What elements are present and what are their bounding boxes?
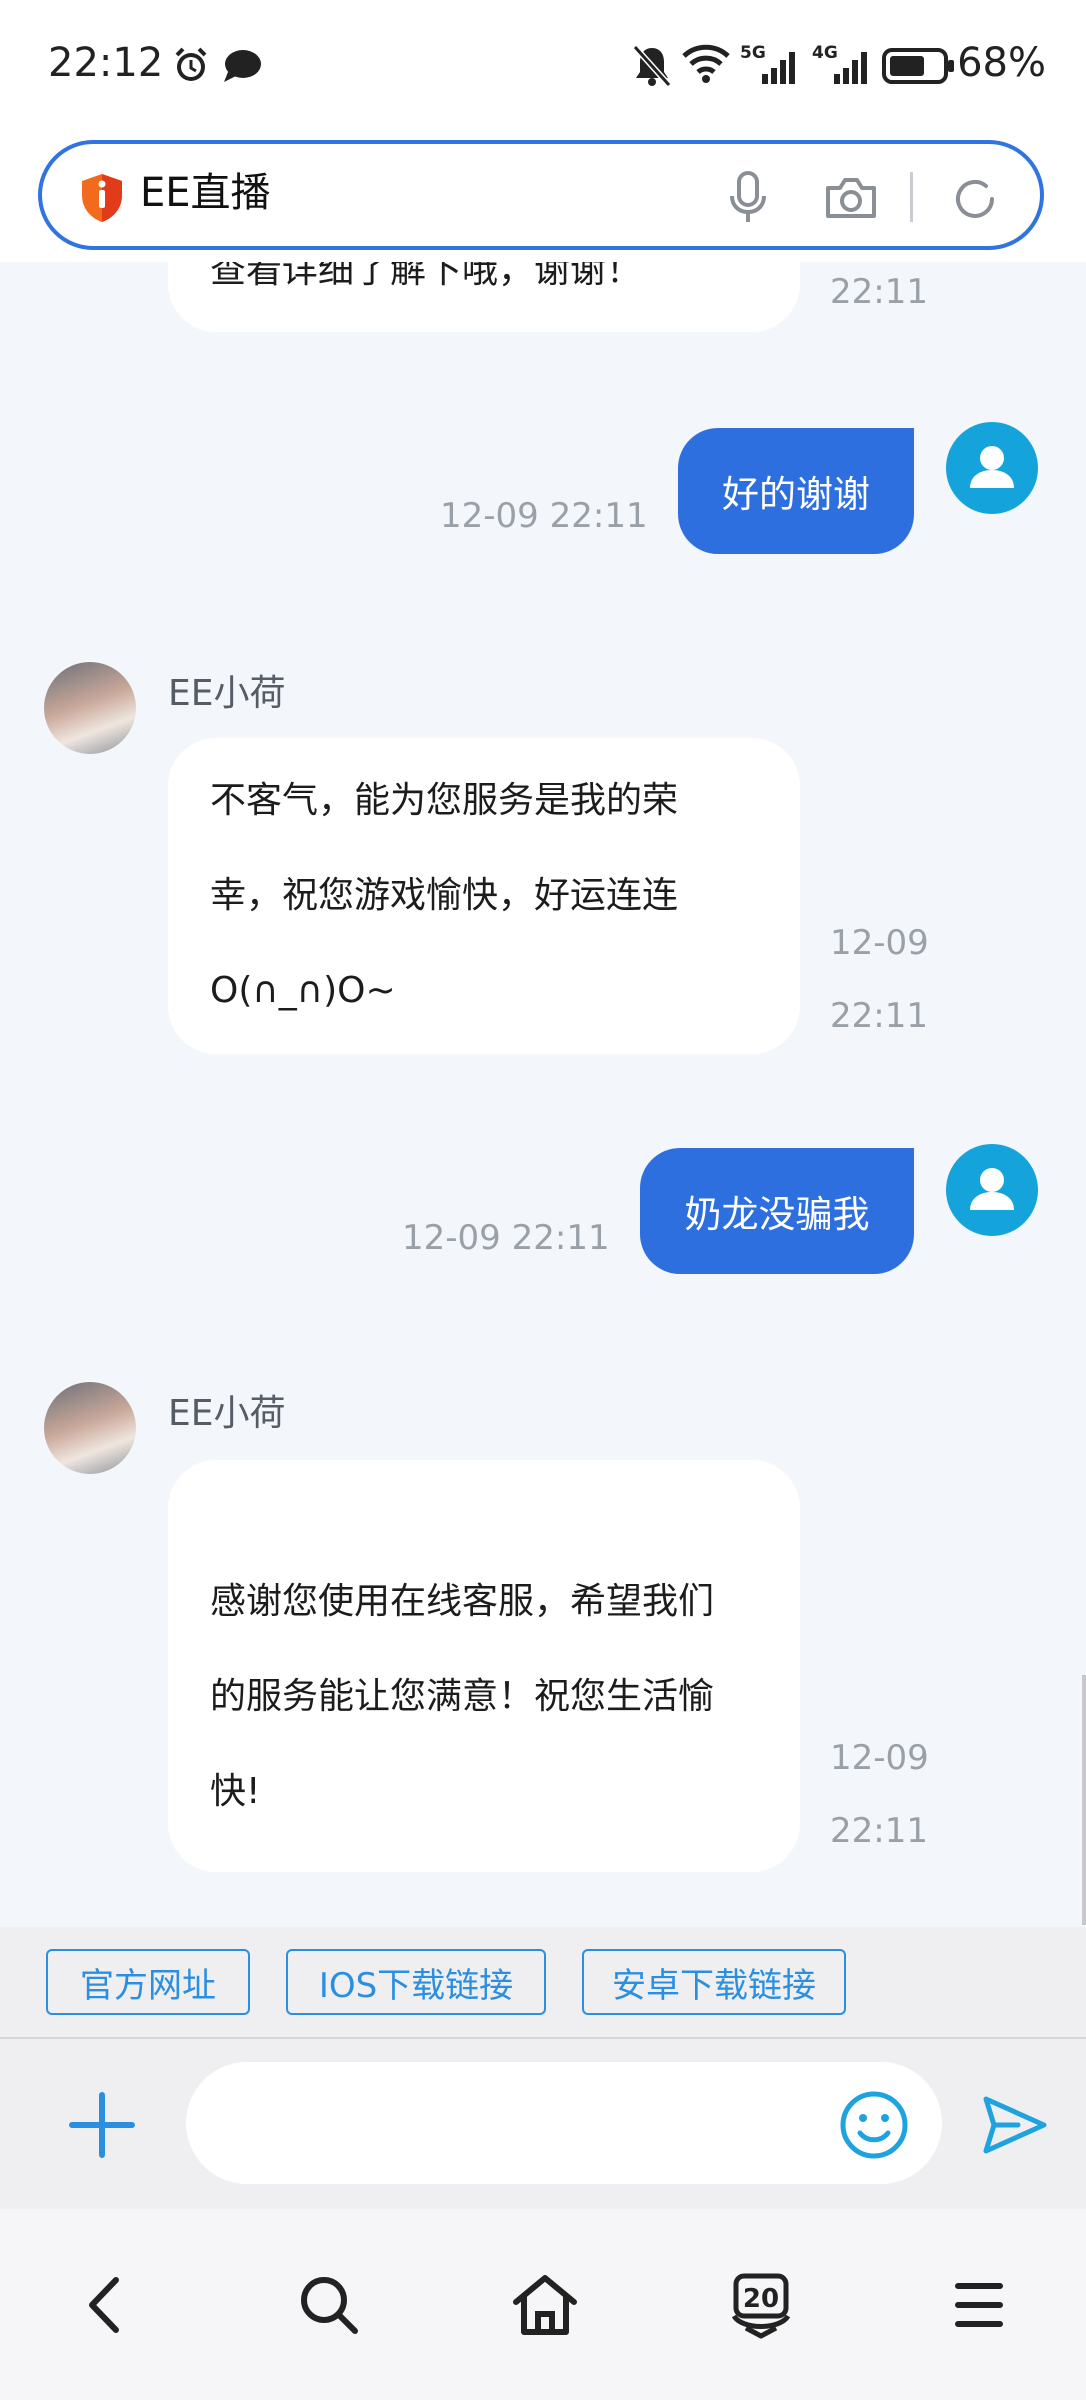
browser-address-bar: EE直播 (0, 130, 1086, 262)
message-bubble-incoming: 查看详细了解下哦，谢谢！ (168, 262, 800, 332)
message-line: 的服务能让您满意！祝您生活愉 (210, 1676, 715, 1717)
quick-link-android-download[interactable]: 安卓下载链接 (582, 1949, 846, 2015)
shield-alert-icon[interactable] (78, 172, 126, 224)
search-icon[interactable] (294, 2270, 364, 2340)
message-line: 幸，祝您游戏愉快，好运连连 (210, 875, 679, 916)
status-time: 22:12 (48, 40, 164, 86)
message-time: 12-09 22:11 (402, 1218, 610, 1258)
message-text: 奶龙没骗我 (684, 1193, 870, 1236)
message-text: 查看详细了解下哦，谢谢！ (210, 262, 643, 291)
message-text: 好的谢谢 (722, 473, 870, 516)
agent-avatar[interactable] (44, 1382, 136, 1474)
plus-icon[interactable] (68, 2091, 136, 2159)
home-icon[interactable] (510, 2270, 580, 2340)
camera-icon[interactable] (824, 176, 878, 220)
message-date: 12-09 (830, 923, 929, 963)
message-time: 22:11 (830, 1811, 928, 1851)
message-input[interactable] (186, 2062, 942, 2184)
person-icon (970, 1168, 1014, 1210)
4g-signal-icon: 4G (812, 42, 874, 86)
message-line: 快! (210, 1771, 261, 1812)
message-bubble-outgoing: 好的谢谢 (678, 428, 914, 554)
scrollbar[interactable] (1082, 1675, 1086, 1925)
microphone-icon[interactable] (728, 170, 768, 226)
quick-link-official-site[interactable]: 官方网址 (46, 1949, 250, 2015)
message-line: 感谢您使用在线客服，希望我们 (210, 1581, 715, 1622)
send-icon[interactable] (980, 2093, 1050, 2157)
agent-avatar[interactable] (44, 662, 136, 754)
5g-signal-icon: 5G (740, 42, 802, 86)
message-date: 12-09 (830, 1738, 929, 1778)
wifi-icon (682, 44, 730, 84)
sender-name: EE小荷 (168, 1393, 286, 1434)
status-bar: 22:12 5G 4G 68% (0, 0, 1086, 130)
browser-nav-bar: 20 (0, 2210, 1086, 2400)
mute-bell-icon (632, 44, 672, 88)
sender-name: EE小荷 (168, 673, 286, 714)
battery-percent: 68% (957, 40, 1046, 86)
back-icon[interactable] (72, 2270, 142, 2340)
message-time: 22:11 (830, 996, 928, 1036)
message-bubble-outgoing: 奶龙没骗我 (640, 1148, 914, 1274)
alarm-icon (172, 46, 210, 84)
battery-icon (882, 48, 956, 84)
chat-bubble-icon (222, 48, 262, 84)
message-line: 不客气，能为您服务是我的荣 (210, 780, 679, 821)
quick-link-ios-download[interactable]: IOS下载链接 (286, 1949, 546, 2015)
tabs-icon[interactable]: 20 (726, 2270, 796, 2340)
user-avatar[interactable] (946, 422, 1038, 514)
message-bubble-incoming: 感谢您使用在线客服，希望我们 的服务能让您满意！祝您生活愉 快! (168, 1460, 800, 1872)
menu-icon[interactable] (944, 2270, 1014, 2340)
message-line: O(∩_∩)O~ (210, 970, 396, 1011)
message-time: 12-09 22:11 (440, 496, 648, 536)
message-bubble-incoming: 不客气，能为您服务是我的荣 幸，祝您游戏愉快，好运连连 O(∩_∩)O~ (168, 738, 800, 1054)
message-time: 22:11 (830, 272, 928, 312)
tab-count: 20 (743, 2284, 779, 2314)
message-input-bar (0, 2039, 1086, 2209)
user-avatar[interactable] (946, 1144, 1038, 1236)
divider (910, 172, 913, 222)
svg-text:4G: 4G (812, 43, 838, 63)
search-text[interactable]: EE直播 (140, 160, 271, 218)
refresh-icon[interactable] (952, 176, 998, 222)
person-icon (970, 446, 1014, 488)
quick-links-bar: 官方网址 IOS下载链接 安卓下载链接 (0, 1927, 1086, 2039)
chat-area[interactable]: 查看详细了解下哦，谢谢！ 22:11 12-09 22:11 好的谢谢 EE小荷… (0, 262, 1086, 1927)
emoji-icon[interactable] (838, 2089, 910, 2161)
svg-text:5G: 5G (740, 43, 766, 63)
